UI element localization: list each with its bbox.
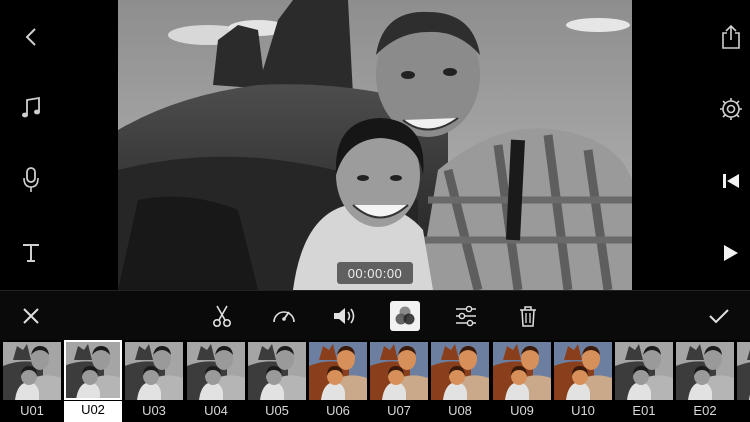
filter-label-u05[interactable]: U05 — [248, 402, 306, 420]
close-button[interactable] — [16, 301, 46, 331]
filter-thumb-u10[interactable] — [554, 342, 612, 400]
music-button[interactable] — [16, 93, 46, 123]
filter-thumb-partial[interactable] — [737, 342, 750, 400]
back-button[interactable] — [16, 22, 46, 52]
filter-thumb-u04[interactable] — [187, 342, 245, 400]
filter-thumb-u07[interactable] — [370, 342, 428, 400]
skip-back-icon — [723, 174, 739, 188]
speedometer-icon — [273, 311, 295, 323]
filter-strip: U01 U02 U03 U04 U05 U06 U07 U08 U09 U10 E01 E02 — [0, 340, 750, 422]
preview-image — [118, 0, 632, 290]
volume-icon — [334, 308, 355, 324]
adjust-button[interactable] — [451, 301, 481, 331]
cut-button[interactable] — [207, 301, 237, 331]
filter-label-u01[interactable]: U01 — [3, 402, 61, 420]
filter-label-u04[interactable]: U04 — [187, 402, 245, 420]
share-button[interactable] — [716, 22, 746, 52]
text-button[interactable] — [16, 238, 46, 268]
filter-thumb-e02[interactable] — [676, 342, 734, 400]
left-toolbar — [0, 0, 62, 290]
sliders-icon — [456, 305, 476, 327]
filter-selection-outline — [64, 340, 122, 400]
filter-label-u08[interactable]: U08 — [431, 402, 489, 420]
filter-label-u06[interactable]: U06 — [309, 402, 367, 420]
video-preview[interactable] — [118, 0, 632, 290]
filter-label-e02[interactable]: E02 — [676, 402, 734, 420]
filter-button[interactable] — [390, 301, 420, 331]
right-toolbar — [632, 0, 750, 290]
share-icon — [722, 24, 740, 49]
play-button[interactable] — [716, 238, 746, 268]
gear-icon — [720, 98, 742, 120]
edit-toolbar — [0, 290, 750, 341]
volume-button[interactable] — [330, 301, 360, 331]
delete-button[interactable] — [513, 301, 543, 331]
filter-thumb-u03[interactable] — [125, 342, 183, 400]
filter-label-u10[interactable]: U10 — [554, 402, 612, 420]
close-icon — [23, 308, 39, 324]
filter-thumb-u08[interactable] — [431, 342, 489, 400]
filter-label-u02[interactable]: U02 — [64, 401, 122, 422]
filter-label-e01[interactable]: E01 — [615, 402, 673, 420]
filter-thumb-u01[interactable] — [3, 342, 61, 400]
filter-thumb-e01[interactable] — [615, 342, 673, 400]
play-icon — [724, 245, 738, 261]
filter-thumb-u06[interactable] — [309, 342, 367, 400]
music-note-icon — [22, 96, 40, 118]
voiceover-button[interactable] — [16, 165, 46, 195]
filter-label-u03[interactable]: U03 — [125, 402, 183, 420]
microphone-icon — [23, 167, 39, 192]
checkmark-icon — [709, 309, 729, 324]
confirm-button[interactable] — [704, 301, 734, 331]
chevron-left-icon — [25, 28, 36, 46]
filter-thumb-u09[interactable] — [493, 342, 551, 400]
scissors-icon — [212, 305, 232, 328]
settings-button[interactable] — [716, 94, 746, 124]
skip-start-button[interactable] — [716, 166, 746, 196]
timecode-display: 00:00:00 — [337, 262, 413, 284]
text-icon — [23, 244, 39, 262]
trash-icon — [520, 306, 536, 327]
filter-thumb-u05[interactable] — [248, 342, 306, 400]
speed-button[interactable] — [269, 301, 299, 331]
filter-label-u09[interactable]: U09 — [493, 402, 551, 420]
filter-label-u07[interactable]: U07 — [370, 402, 428, 420]
color-filter-icon — [395, 306, 415, 325]
